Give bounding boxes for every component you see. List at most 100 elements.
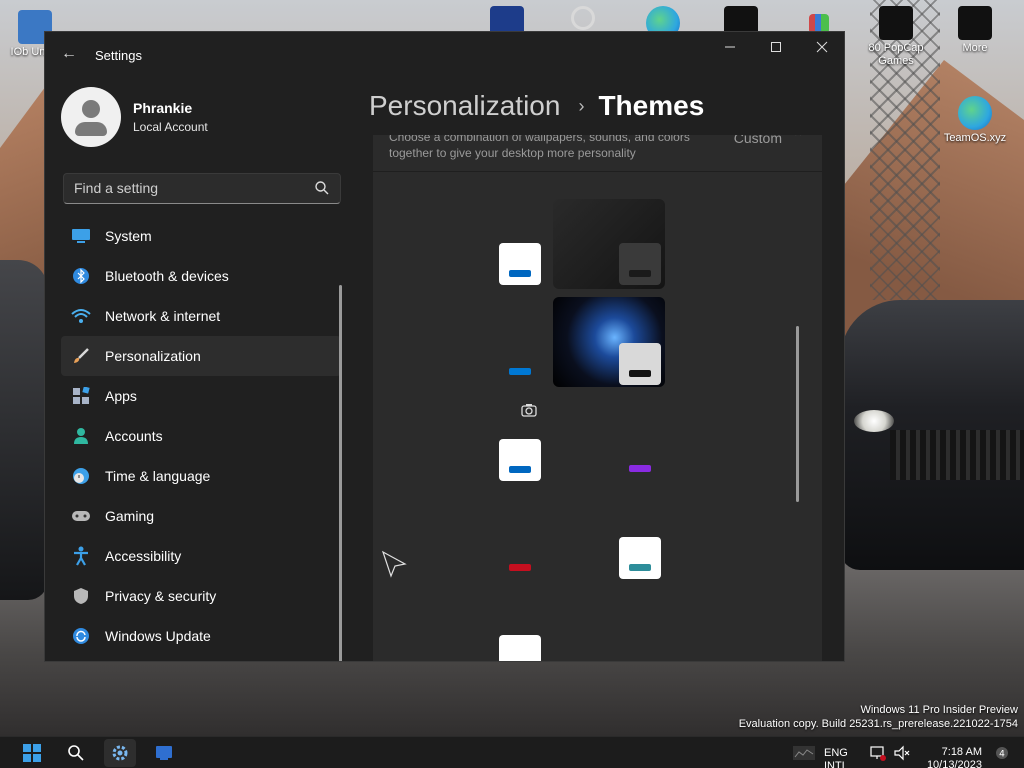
wallpaper-car-left — [0, 260, 48, 600]
search-icon — [315, 181, 329, 195]
desktop-icon-ring[interactable] — [548, 6, 618, 32]
nav-item-accessibility[interactable]: Accessibility — [61, 536, 341, 576]
nav-item-label: System — [105, 228, 152, 244]
volume-tray-button[interactable] — [886, 739, 918, 767]
themes-card: Choose a combination of wallpapers, soun… — [373, 135, 822, 661]
nav-item-network[interactable]: Network & internet — [61, 296, 341, 336]
accent-swatch — [629, 270, 651, 277]
theme-tile-7[interactable] — [499, 635, 541, 661]
clock[interactable]: 7:18 AM 10/13/2023 — [922, 746, 982, 768]
folder-icon — [958, 6, 992, 40]
nav-item-bluetooth[interactable]: Bluetooth & devices — [61, 256, 341, 296]
update-icon — [71, 626, 91, 646]
accessibility-icon — [71, 546, 91, 566]
theme-tile-4-accent[interactable] — [629, 465, 651, 472]
watermark-edition: Windows 11 Pro Insider Preview — [860, 704, 1018, 716]
notification-button[interactable]: 4 — [986, 739, 1018, 767]
search-placeholder: Find a setting — [74, 180, 159, 196]
navigation-pane: Phrankie Local Account Find a setting Sy… — [45, 78, 361, 661]
nav-item-windows-update[interactable]: Windows Update — [61, 616, 341, 656]
accent-swatch — [509, 466, 531, 473]
popcap-icon — [879, 6, 913, 40]
start-button[interactable] — [16, 739, 48, 767]
accent-swatch — [509, 270, 531, 277]
theme-tile-5-accent[interactable] — [509, 564, 531, 571]
theme-tile-6[interactable] — [619, 537, 661, 579]
nav-item-accounts[interactable]: Accounts — [61, 416, 341, 456]
chevron-right-icon: › — [578, 95, 585, 116]
page-title: Themes — [598, 90, 705, 121]
theme-thumbnail-dark[interactable] — [553, 199, 665, 289]
content-scrollbar[interactable] — [796, 326, 799, 502]
svg-text:4: 4 — [999, 750, 1005, 760]
app-icon — [156, 746, 172, 760]
nav-item-label: Accounts — [105, 428, 163, 444]
title-bar: ← Settings — [45, 32, 844, 78]
taskbar-search-button[interactable] — [60, 739, 92, 767]
theme-thumbnail-glow[interactable] — [553, 297, 665, 387]
gaming-icon — [71, 506, 91, 526]
search-icon — [68, 745, 84, 761]
car-grille — [890, 430, 1024, 480]
nav-item-label: Bluetooth & devices — [105, 268, 229, 284]
desktop-icon-label: 80 PopCap Games — [868, 42, 924, 67]
chevron-up-icon[interactable]: ⌃ — [792, 135, 804, 146]
desktop-icon-teamos[interactable]: TeamOS.xyz — [940, 96, 1010, 145]
nav-item-personalization[interactable]: Personalization — [61, 336, 341, 376]
accent-swatch — [629, 564, 651, 571]
nav-item-apps[interactable]: Apps — [61, 376, 341, 416]
user-name: Phrankie — [133, 100, 193, 116]
clock-date: 10/13/2023 — [926, 759, 982, 768]
nav-scrollbar[interactable] — [339, 285, 342, 661]
theme-tile-1[interactable] — [499, 243, 541, 285]
nav-item-label: Accessibility — [105, 548, 182, 564]
minimize-button[interactable] — [707, 32, 753, 62]
taskbar-app-button[interactable] — [148, 739, 180, 767]
settings-icon — [112, 745, 128, 761]
time-language-icon — [71, 466, 91, 486]
nav-item-system[interactable]: System — [61, 216, 341, 256]
avatar — [61, 87, 121, 147]
desktop-icon-label: TeamOS.xyz — [943, 132, 1007, 144]
network-icon — [71, 306, 91, 326]
accounts-icon — [71, 426, 91, 446]
mouse-cursor-icon — [381, 550, 407, 578]
user-profile[interactable]: Phrankie Local Account — [61, 87, 208, 147]
desktop-icon-label: More — [962, 42, 988, 54]
nav-item-label: Personalization — [105, 348, 201, 364]
volume-muted-icon — [894, 745, 910, 761]
camera-icon[interactable] — [521, 403, 537, 417]
close-button[interactable] — [799, 32, 844, 62]
nav-item-privacy[interactable]: Privacy & security — [61, 576, 341, 616]
notification-icon: 4 — [996, 747, 1008, 760]
close-icon — [816, 41, 828, 53]
car-headlight — [854, 410, 894, 432]
nav-item-gaming[interactable]: Gaming — [61, 496, 341, 536]
nav-item-time-language[interactable]: Time & language — [61, 456, 341, 496]
ring-icon — [571, 6, 595, 30]
taskbar-settings-button[interactable] — [104, 739, 136, 767]
clock-time: 7:18 AM — [941, 746, 982, 758]
edge-icon — [958, 96, 992, 130]
system-icon — [71, 226, 91, 246]
maximize-button[interactable] — [753, 32, 799, 62]
start-icon — [23, 744, 41, 762]
breadcrumb-parent[interactable]: Personalization — [369, 90, 560, 122]
back-arrow-icon[interactable]: ← — [59, 44, 79, 64]
language-indicator[interactable]: ENG INTL — [824, 747, 848, 768]
divider — [373, 171, 822, 172]
current-theme-description: Choose a combination of wallpapers, soun… — [389, 135, 690, 160]
desktop-icon-more[interactable]: More — [940, 6, 1010, 55]
nav-item-label: Network & internet — [105, 308, 221, 324]
minimize-icon — [725, 46, 735, 48]
account-type: Local Account — [133, 120, 208, 134]
search-input[interactable]: Find a setting — [63, 173, 341, 204]
desktop-icon-popcap[interactable]: 80 PopCap Games — [861, 6, 931, 68]
breadcrumb: Personalization › Themes — [369, 90, 704, 122]
theme-tile-2-accent[interactable] — [509, 368, 531, 375]
tray-app-icon[interactable] — [788, 739, 820, 767]
theme-tile-3[interactable] — [499, 439, 541, 481]
current-theme-value[interactable]: Custom — [734, 135, 782, 146]
nav-item-label: Time & language — [105, 468, 211, 484]
content-pane: Personalization › Themes Choose a combin… — [361, 78, 844, 661]
